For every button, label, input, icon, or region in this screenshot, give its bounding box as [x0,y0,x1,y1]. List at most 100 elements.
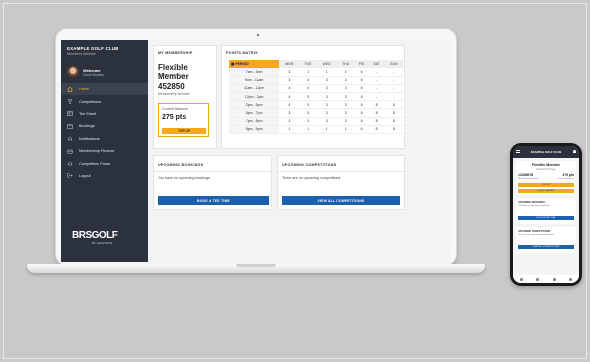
phone-top-up-button[interactable]: TOP UP [518,183,574,187]
points-cell: 6 [354,92,369,102]
menu-icon[interactable] [516,150,520,153]
sidebar-item-notifications[interactable]: Notifications [61,133,148,145]
points-cell: 8 [368,125,385,135]
points-cell: - [384,76,403,85]
phone-screen: EXAMPLE GOLF CLUB Flexible Member Member… [513,146,579,283]
points-cell: - [368,84,385,94]
points-cell: 1 [316,68,337,77]
phone-points-matrix-button[interactable]: POINTS MATRIX [518,189,574,193]
sidebar-item-label: Bookings [79,124,95,129]
sidebar-item-home[interactable]: Home [61,83,148,96]
points-cell: 3 [336,108,355,118]
phone-balance: 275 pts [562,173,574,177]
trophy-icon[interactable] [552,277,556,281]
sidebar-item-label: Membership Finance [79,149,115,154]
table-row: 7pm - 8pm 3 3 3 3 6 8 8 [229,117,403,126]
balance-box: Current Balance 275 pts TOP UP [158,103,209,137]
phone-membership-type: Flexible Member [531,163,561,167]
upcoming-bookings-empty: You have no upcoming bookings [158,176,210,180]
user-name: David Bradley [83,73,105,77]
period-header-label: PERIOD [235,62,249,66]
sidebar-item-bookings[interactable]: Bookings [61,120,148,132]
points-cell: - [368,76,385,85]
table-row: 11am - 12pm 4 3 3 3 6- - [229,84,403,94]
phone-membership-card: Flexible Member Membership Type 12345678… [516,161,576,195]
brs-golf-logo: BRSGOLF [72,230,118,241]
upcoming-competitions-card: UPCOMING COMPETITIONS There are no upcom… [277,155,405,210]
membership-card: MY MEMBERSHIP Flexible Member Membership… [153,45,217,149]
sidebar-item-label: Competition Purse [79,161,111,166]
book-tee-time-button[interactable]: BOOK A TEE TIME [158,196,269,205]
phone-bookings-text: You have no upcoming bookings [518,205,550,207]
sidebar-item-label: Home [79,87,90,92]
points-cell: 8 [368,108,385,118]
points-cell: 6 [354,117,369,126]
upcoming-competitions-empty: There are no upcoming competitions [282,176,341,180]
points-cell: 8 [368,117,385,126]
phone-header-title: EXAMPLE GOLF CLUB [530,150,562,154]
membership-title: MY MEMBERSHIP [158,51,193,55]
points-cell: 3 [279,117,300,126]
teesheet-icon [67,111,73,117]
sidebar-item-label: Tee Sheet [79,111,97,116]
phone-book-tee-time-button[interactable]: BOOK A TEE TIME [518,216,574,220]
points-cell: 3 [336,92,355,102]
points-cell: 4 [279,84,300,94]
laptop-screen: EXAMPLE GOLF CLUB Members Website Welcom… [61,40,451,262]
points-cell: 3 [316,84,337,94]
points-cell: 4 [279,92,300,102]
balance-label: Current Balance [162,107,188,111]
membership-number-label: Membership Number [158,92,190,96]
sidebar-item-competition-purse[interactable]: Competition Purse [61,157,148,169]
column-header: SUN [384,60,403,68]
points-cell: 3 [299,108,317,118]
table-row: 7am - 9am 3 1 1 1 6- - [229,68,403,77]
bell-icon[interactable] [573,150,576,153]
sidebar-item-label: Competitions [79,99,102,104]
camera-dot [257,34,259,36]
points-cell: 6 [354,108,369,118]
points-cell: 6 [354,84,369,94]
points-cell: 3 [299,92,317,102]
points-cell: - [368,92,385,102]
club-name: EXAMPLE GOLF CLUB [67,46,119,51]
points-cell: - [368,68,385,77]
period-cell: 7pm - 8pm [229,117,280,126]
points-cell: 3 [316,76,337,85]
table-row: 12pm - 2pm 4 3 3 3 6- - [229,92,403,102]
brs-golf-logo-sub: BY GOLFNOW [92,241,113,245]
search-icon[interactable] [569,277,573,281]
points-cell: - [384,84,403,94]
phone-view-competitions-button[interactable]: VIEW ALL COMPETITIONS [518,245,574,249]
phone-competitions-text: There are no upcoming competitions [518,234,554,236]
view-all-competitions-button[interactable]: VIEW ALL COMPETITIONS [282,196,400,205]
divider [278,171,404,172]
points-cell: 3 [299,100,317,110]
sidebar-item-logout[interactable]: Logout [61,170,148,182]
sidebar-item-tee-sheet[interactable]: Tee Sheet [61,108,148,120]
club-subtitle: Members Website [67,52,96,56]
table-row: 5pm - 7pm 3 3 3 3 6 8 8 [229,108,403,118]
points-cell: 3 [336,84,355,94]
home-icon[interactable] [519,277,523,281]
points-cell: - [384,92,403,102]
sidebar-item-competitions[interactable]: Competitions [61,95,148,107]
column-header: THU [336,60,355,68]
phone-membership-number: 12345678 [518,173,534,177]
phone-bookings-section: UPCOMING BOOKINGS You have no upcoming b… [516,198,576,224]
sidebar-nav: Home Competitions Tee Sheet Bookings Not… [61,83,148,182]
table-row: 9am - 11am 3 3 3 3 6- - [229,76,403,85]
phone-bookings-title: UPCOMING BOOKINGS [518,201,545,204]
points-cell: 8 [384,125,403,135]
points-cell: 6 [354,68,369,77]
avatar[interactable] [67,66,79,78]
points-cell: 3 [336,100,355,110]
period-cell: 7am - 9am [229,68,280,77]
points-cell: 6 [354,100,369,110]
points-cell: 3 [336,117,355,126]
finance-icon [67,149,73,154]
sidebar-item-membership-finance[interactable]: Membership Finance [61,145,148,157]
points-cell: 3 [299,76,317,85]
top-up-button[interactable]: TOP UP [162,128,206,134]
calendar-icon[interactable] [536,277,540,281]
